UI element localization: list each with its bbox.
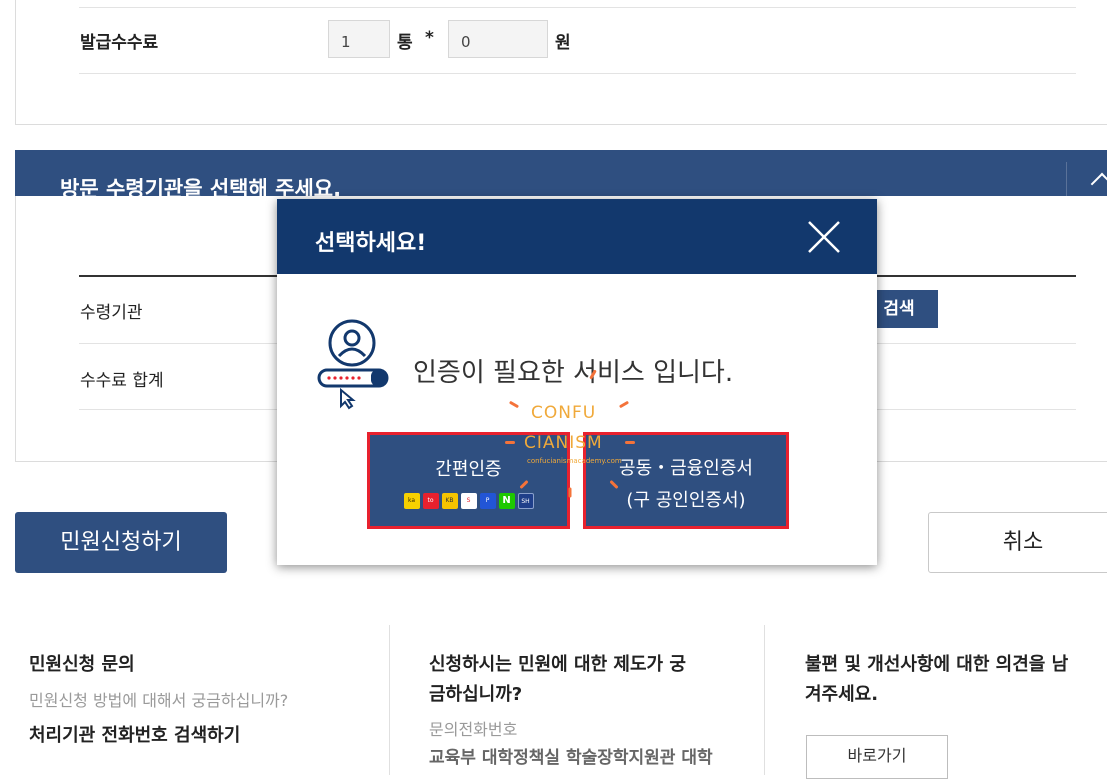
- user-auth-icon: [317, 319, 389, 410]
- fee-section: [15, 0, 1107, 125]
- divider: [79, 73, 1076, 74]
- ray-mark: [508, 400, 520, 409]
- ray-mark: [609, 479, 619, 490]
- footer-feedback-title-1: 불편 및 개선사항에 대한 의견을 남: [805, 654, 1069, 675]
- footer-system-title-1: 신청하시는 민원에 대한 제도가 궁: [429, 654, 686, 675]
- goto-button[interactable]: 바로가기: [806, 735, 948, 779]
- footer-phone-detail: 교육부 대학정책실 학술장학지원관 대학: [429, 748, 713, 768]
- kb-icon: KB: [441, 493, 458, 509]
- divider: [389, 625, 390, 775]
- modal-title: 선택하세요!: [315, 231, 427, 256]
- auth-modal: 선택하세요! 인증이 필요한 서비스 입니다. 간편인증 ka to KB S …: [277, 199, 877, 565]
- ray-mark: [625, 441, 635, 444]
- footer-inquiry-subtitle: 민원신청 방법에 대해서 궁금하십니까?: [29, 691, 289, 710]
- cancel-button[interactable]: 취소: [928, 512, 1107, 573]
- divider: [79, 7, 1076, 8]
- multiply-sign: *: [425, 28, 434, 48]
- toss-icon: to: [422, 493, 439, 509]
- footer-feedback-title-2: 겨주세요.: [805, 684, 879, 705]
- ray-mark: [505, 441, 515, 444]
- pass-icon: P: [479, 493, 496, 509]
- footer-inquiry-title: 민원신청 문의: [29, 654, 135, 675]
- divider: [764, 625, 765, 775]
- apply-button[interactable]: 민원신청하기: [15, 512, 227, 573]
- amount-unit: 원: [555, 33, 571, 53]
- watermark-rays: [505, 369, 635, 505]
- row-label-agency: 수령기관: [80, 303, 143, 323]
- ray-mark: [618, 400, 630, 409]
- modal-message: 인증이 필요한 서비스 입니다.: [413, 358, 734, 388]
- row-label-fee-total: 수수료 합계: [80, 371, 164, 391]
- close-icon[interactable]: [807, 220, 841, 254]
- copies-unit: 통: [397, 33, 413, 53]
- copies-input[interactable]: 1: [328, 20, 390, 58]
- ray-mark: [568, 487, 572, 498]
- ray-mark: [519, 479, 529, 490]
- footer-system-title-2: 금하십니까?: [429, 684, 523, 705]
- samsung-pass-icon: S: [460, 493, 477, 509]
- kakao-icon: ka: [403, 493, 420, 509]
- amount-input[interactable]: 0: [448, 20, 548, 58]
- footer-phone-label: 문의전화번호: [429, 720, 518, 739]
- phone-search-link[interactable]: 처리기관 전화번호 검색하기: [29, 721, 240, 747]
- fee-label: 발급수수료: [80, 33, 159, 53]
